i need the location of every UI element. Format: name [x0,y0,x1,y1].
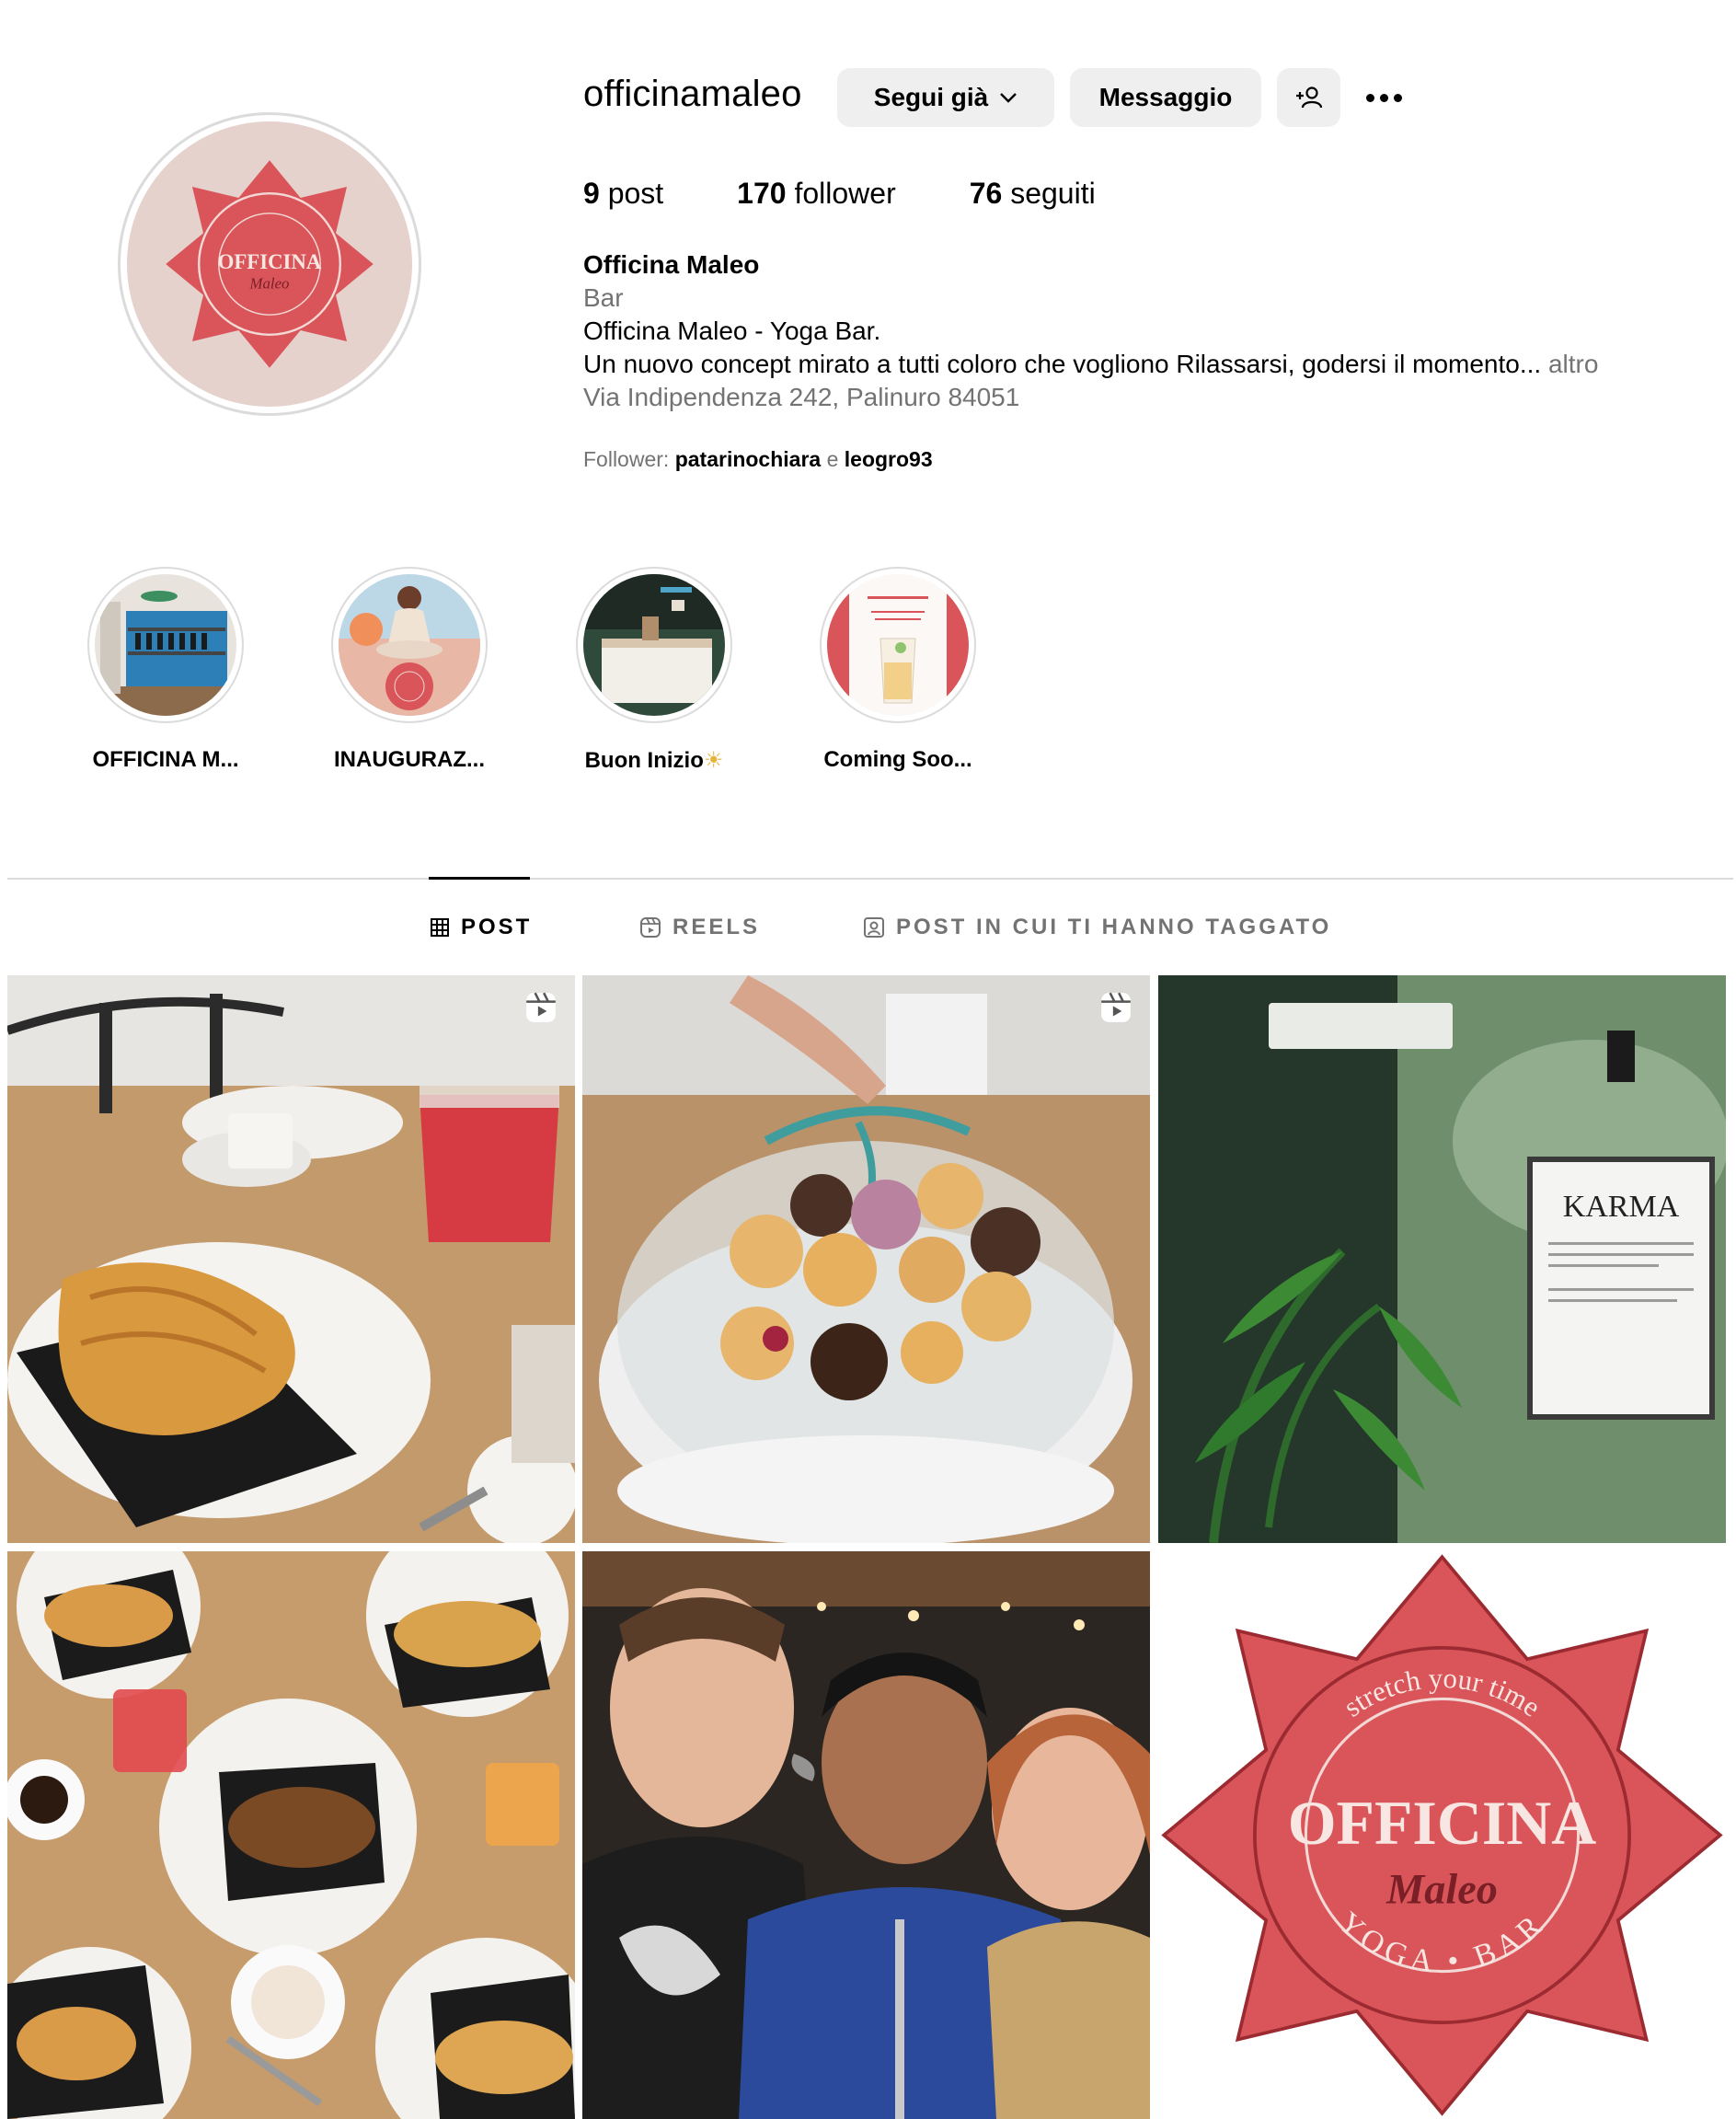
add-user-button[interactable] [1277,68,1340,127]
svg-text:OFFICINA: OFFICINA [1288,1789,1597,1858]
followers-count[interactable]: 170 follower [737,177,896,211]
highlight-image [339,574,480,716]
bio-category: Bar [583,283,624,312]
svg-text:OFFICINA: OFFICINA [218,250,322,273]
bio-name: Officina Maleo [583,250,760,279]
tab-posts[interactable]: POST [430,915,532,940]
post-image [582,1551,1150,2119]
post-image [7,1551,575,2119]
post-tile[interactable] [582,1551,1150,2119]
profile-username: officinamaleo [583,74,802,114]
reels-icon [640,917,661,938]
tabs-divider [7,878,1733,880]
profile-stats: 9 post 170 follower 76 seguiti [583,177,1096,211]
tab-reels[interactable]: REELS [639,915,760,940]
chevron-down-icon [1000,93,1017,103]
svg-text:Maleo: Maleo [1385,1867,1498,1914]
highlight-coming-soon[interactable]: Coming Soo... [817,567,979,773]
highlight-inaugurazione[interactable]: INAUGURAZ... [328,567,490,773]
avatar-image: OFFICINA Maleo [127,121,412,407]
post-tile[interactable] [7,975,575,1543]
post-image: KARMA [1158,975,1726,1543]
post-tile[interactable] [582,975,1150,1543]
post-image [7,975,575,1543]
posts-count[interactable]: 9 post [583,177,663,211]
highlight-label: INAUGURAZ... [334,747,485,772]
more-options-icon[interactable] [1358,77,1409,118]
sun-icon: ☀ [703,748,724,773]
officina-logo-icon: OFFICINA Maleo [166,160,374,368]
bio-address[interactable]: Via Indipendenza 242, Palinuro 84051 [583,381,1687,414]
reel-badge-icon [526,992,556,1022]
bio-more-link[interactable]: altro [1548,350,1598,378]
highlight-image [827,574,969,716]
tab-tagged[interactable]: POST IN CUI TI HANNO TAGGATO [863,915,1331,940]
bio-line-1: Officina Maleo - Yoga Bar. [583,317,881,345]
highlight-label: Coming Soo... [823,747,972,772]
tagged-person-icon [864,917,884,938]
highlight-image [583,574,725,716]
followed-by[interactable]: Follower: patarinochiara e leogro93 [583,447,933,472]
highlight-officina[interactable]: OFFICINA M... [85,567,247,773]
grid-icon [431,918,449,937]
message-button[interactable]: Messaggio [1070,68,1261,127]
add-person-icon [1295,86,1322,109]
following-label: Segui già [873,83,989,111]
highlight-label: Buon Inizio☀ [584,748,724,773]
profile-avatar[interactable]: OFFICINA Maleo [118,112,421,416]
active-tab-indicator [429,877,530,880]
post-image [582,975,1150,1543]
highlight-label: OFFICINA M... [92,747,239,772]
following-count[interactable]: 76 seguiti [970,177,1096,211]
post-tile[interactable]: stretch your time OFFICINA Maleo YOGA • … [1158,1551,1726,2119]
post-tile[interactable]: KARMA [1158,975,1726,1543]
profile-bio: Officina Maleo Bar Officina Maleo - Yoga… [583,248,1687,414]
highlight-image [95,574,236,716]
following-button[interactable]: Segui già [837,68,1054,127]
highlight-buon-inizio[interactable]: Buon Inizio☀ [573,567,735,774]
post-image: stretch your time OFFICINA Maleo YOGA • … [1158,1551,1726,2119]
karma-sign-text: KARMA [1563,1190,1680,1224]
bio-line-2: Un nuovo concept mirato a tutti coloro c… [583,350,1599,378]
svg-text:Maleo: Maleo [249,274,290,292]
post-tile[interactable] [7,1551,575,2119]
reel-badge-icon [1101,992,1131,1022]
